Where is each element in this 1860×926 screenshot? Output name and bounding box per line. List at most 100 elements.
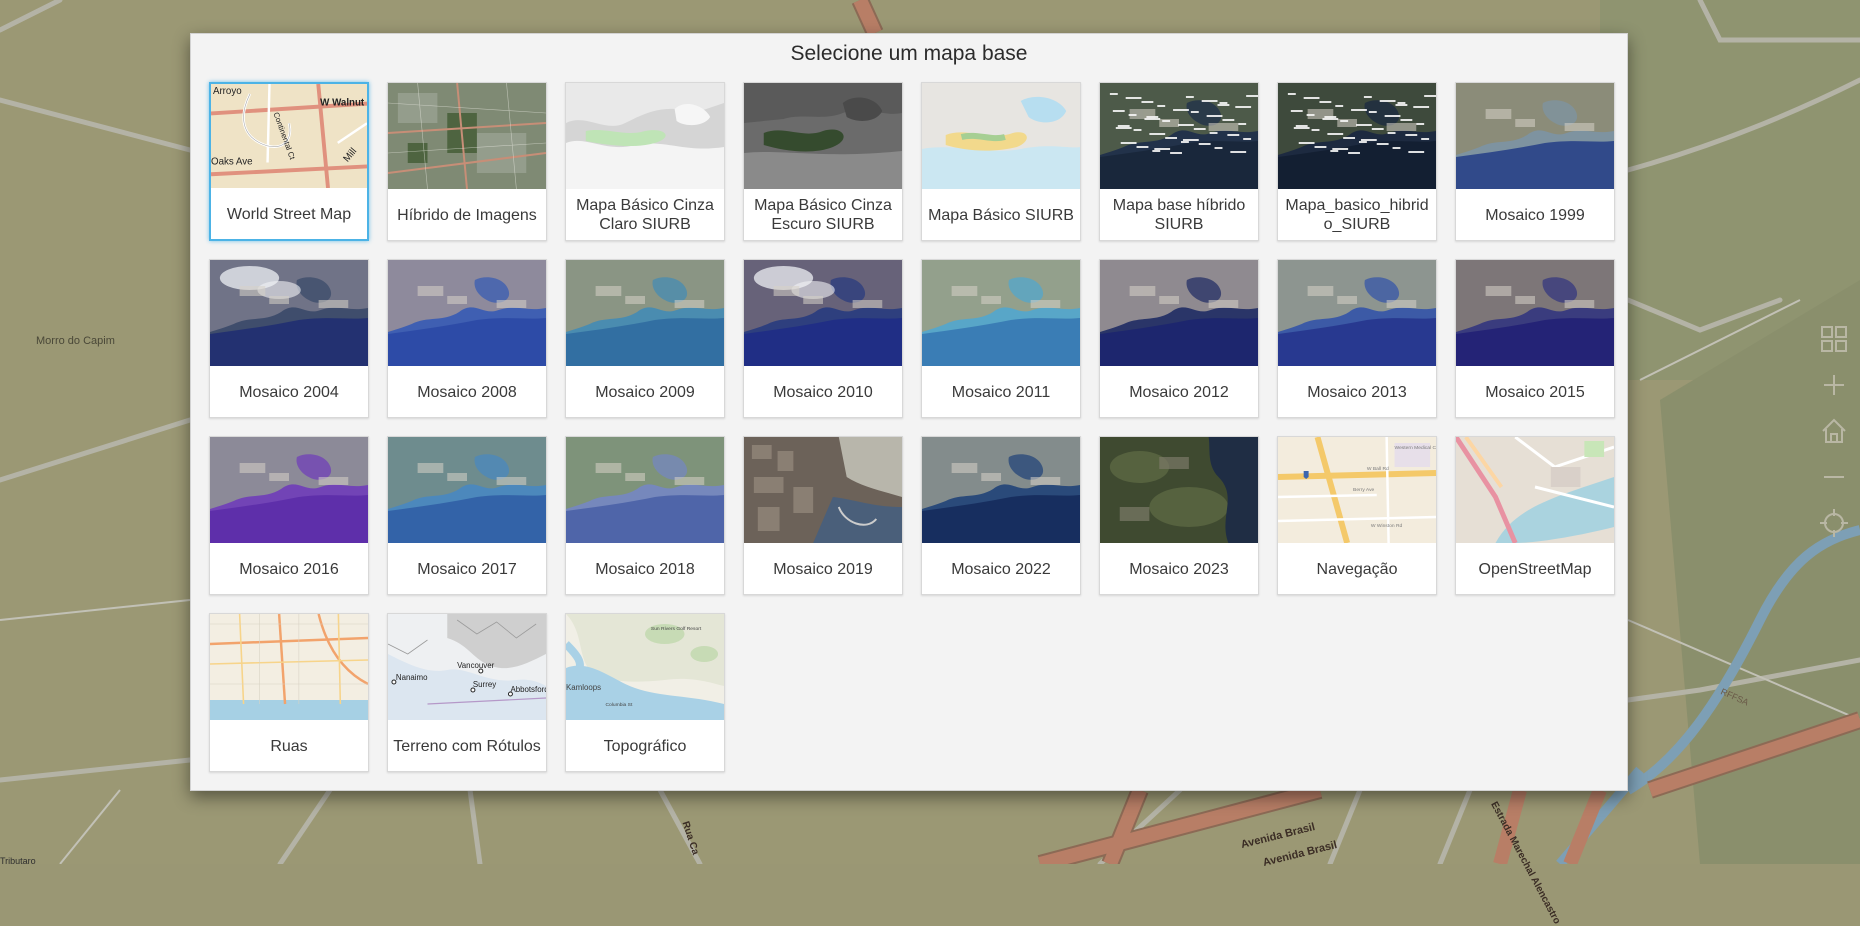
basemap-card[interactable]: Mosaico 2011 xyxy=(921,259,1081,418)
basemap-label: Híbrido de Imagens xyxy=(388,189,546,240)
basemap-label-text: Mapa Básico Cinza Escuro SIURB xyxy=(754,197,892,233)
basemap-label: Mosaico 2009 xyxy=(566,366,724,417)
basemap-thumbnail xyxy=(566,437,724,543)
basemap-label-text: Mosaico 2004 xyxy=(239,383,339,401)
basemap-label-text: OpenStreetMap xyxy=(1478,560,1592,578)
basemap-label: Mosaico 2012 xyxy=(1100,366,1258,417)
basemap-thumbnail xyxy=(1456,83,1614,189)
zoom-in-button[interactable] xyxy=(1814,362,1854,408)
basemap-card[interactable]: Mosaico 2009 xyxy=(565,259,725,418)
basemap-card[interactable]: Mapa Básico SIURB xyxy=(921,82,1081,241)
basemap-label-text: Mosaico 2022 xyxy=(951,560,1051,578)
basemap-thumbnail xyxy=(744,83,902,189)
basemap-label-text: Mosaico 2023 xyxy=(1129,560,1229,578)
basemap-label: Mapa_basico_hibrido_SIURB xyxy=(1278,189,1436,240)
svg-text:W Walnut: W Walnut xyxy=(320,98,365,109)
map-corner-label: Tributaro xyxy=(0,856,36,866)
basemap-gallery-button[interactable] xyxy=(1814,316,1854,362)
basemap-label: Mosaico 2019 xyxy=(744,543,902,594)
svg-text:W Winston Rd: W Winston Rd xyxy=(1371,523,1403,529)
basemap-thumbnail xyxy=(566,260,724,366)
basemap-label: Mosaico 2016 xyxy=(210,543,368,594)
basemap-card[interactable]: Mosaico 2004 xyxy=(209,259,369,418)
map-place-label: Morro do Capim xyxy=(36,335,115,347)
svg-text:Western Medical Center Anaheim: Western Medical Center Anaheim xyxy=(1395,445,1436,451)
basemap-card[interactable]: Mosaico 2018 xyxy=(565,436,725,595)
basemap-label: Mosaico 2008 xyxy=(388,366,546,417)
basemap-label: Navegação xyxy=(1278,543,1436,594)
basemap-card[interactable]: Mosaico 2016 xyxy=(209,436,369,595)
basemap-label-text: Mosaico 2008 xyxy=(417,383,517,401)
svg-text:Vancouver: Vancouver xyxy=(457,661,494,670)
basemap-card[interactable]: Vancouver Nanaimo Surrey Abbotsford Terre… xyxy=(387,613,547,772)
basemap-card[interactable]: Mapa Básico Cinza Claro SIURB xyxy=(565,82,725,241)
basemap-label: Mosaico 2004 xyxy=(210,366,368,417)
basemap-thumbnail xyxy=(922,437,1080,543)
svg-text:Columbia St: Columbia St xyxy=(606,702,633,708)
basemap-label-text: Ruas xyxy=(270,737,308,755)
basemap-label: Topográfico xyxy=(566,720,724,771)
basemap-label: Mosaico 2013 xyxy=(1278,366,1436,417)
basemap-label-text: Mosaico 2019 xyxy=(773,560,873,578)
basemap-card[interactable]: Mosaico 2010 xyxy=(743,259,903,418)
svg-text:Arroyo: Arroyo xyxy=(213,86,242,97)
basemap-card[interactable]: Ruas xyxy=(209,613,369,772)
basemap-thumbnail xyxy=(922,260,1080,366)
basemap-card[interactable]: Mosaico 2019 xyxy=(743,436,903,595)
home-button[interactable] xyxy=(1814,408,1854,454)
basemap-card[interactable]: Kamloops Sun Rivers Golf Resort Columbia… xyxy=(565,613,725,772)
basemap-thumbnail: W Ball RdWestern Medical Center Anaheim … xyxy=(1278,437,1436,543)
basemap-card[interactable]: Mosaico 1999 xyxy=(1455,82,1615,241)
basemap-label: Mosaico 2017 xyxy=(388,543,546,594)
basemap-label: Mosaico 2018 xyxy=(566,543,724,594)
locate-button[interactable] xyxy=(1814,500,1854,546)
basemap-card[interactable]: Mapa Básico Cinza Escuro SIURB xyxy=(743,82,903,241)
basemap-card[interactable]: Mapa_basico_hibrido_SIURB xyxy=(1277,82,1437,241)
basemap-label-text: Mosaico 2018 xyxy=(595,560,695,578)
basemap-label-text: Topográfico xyxy=(603,737,687,755)
basemap-thumbnail: Vancouver Nanaimo Surrey Abbotsford xyxy=(388,614,546,720)
zoom-out-button[interactable] xyxy=(1814,454,1854,500)
basemap-thumbnail xyxy=(388,437,546,543)
basemap-label-text: Terreno com Rótulos xyxy=(393,737,541,755)
svg-text:Nanaimo: Nanaimo xyxy=(396,673,428,682)
basemap-label: Ruas xyxy=(210,720,368,771)
basemap-label-text: Navegação xyxy=(1316,560,1398,578)
basemap-thumbnail xyxy=(1278,260,1436,366)
basemap-label: Mosaico 2023 xyxy=(1100,543,1258,594)
basemap-label-text: Híbrido de Imagens xyxy=(397,206,537,224)
basemap-label: Mosaico 1999 xyxy=(1456,189,1614,240)
basemap-label-text: Mosaico 2017 xyxy=(417,560,517,578)
minus-icon xyxy=(1824,476,1844,478)
svg-text:Surrey: Surrey xyxy=(473,680,496,689)
basemap-label-text: World Street Map xyxy=(226,205,352,223)
basemap-label-text: Mosaico 2011 xyxy=(951,383,1051,401)
basemap-card[interactable]: Mosaico 2015 xyxy=(1455,259,1615,418)
basemap-thumbnail xyxy=(210,614,368,720)
basemap-label: Mapa base híbrido SIURB xyxy=(1100,189,1258,240)
basemap-thumbnail: ArroyoW Walnut Continental Ct Oaks Ave Mi… xyxy=(211,84,367,188)
basemap-card[interactable]: Mosaico 2023 xyxy=(1099,436,1259,595)
basemap-card[interactable]: OpenStreetMap xyxy=(1455,436,1615,595)
basemap-thumbnail: Kamloops Sun Rivers Golf Resort Columbia… xyxy=(566,614,724,720)
basemap-card[interactable]: Mosaico 2013 xyxy=(1277,259,1437,418)
basemap-label-text: Mapa base híbrido SIURB xyxy=(1112,197,1246,233)
basemap-gallery-dialog: Selecione um mapa base Arroyo W Walnut Co… xyxy=(190,33,1628,791)
basemap-thumbnail xyxy=(210,437,368,543)
basemap-card[interactable]: Mosaico 2008 xyxy=(387,259,547,418)
basemap-label-text: Mosaico 2013 xyxy=(1307,383,1407,401)
basemap-label: Mosaico 2010 xyxy=(744,366,902,417)
basemap-card[interactable]: Mosaico 2022 xyxy=(921,436,1081,595)
svg-text:Oaks Ave: Oaks Ave xyxy=(211,156,252,167)
basemap-card[interactable]: Mapa base híbrido SIURB xyxy=(1099,82,1259,241)
basemap-card[interactable]: Híbrido de Imagens xyxy=(387,82,547,241)
basemap-label-text: Mosaico 2012 xyxy=(1129,383,1229,401)
basemap-card[interactable]: Mosaico 2012 xyxy=(1099,259,1259,418)
basemap-grid: Arroyo W Walnut Continental Ct Oaks Ave Mi… xyxy=(209,82,1615,772)
basemap-label-text: Mosaico 2010 xyxy=(773,383,873,401)
basemap-card[interactable]: Mosaico 2017 xyxy=(387,436,547,595)
basemap-card[interactable]: W Ball RdWestern Medical Center Anaheim … xyxy=(1277,436,1437,595)
basemap-thumbnail xyxy=(922,83,1080,189)
basemap-card[interactable]: Arroyo W Walnut Continental Ct Oaks Ave Mi… xyxy=(209,82,369,241)
svg-text:Abbotsford: Abbotsford xyxy=(510,685,546,694)
